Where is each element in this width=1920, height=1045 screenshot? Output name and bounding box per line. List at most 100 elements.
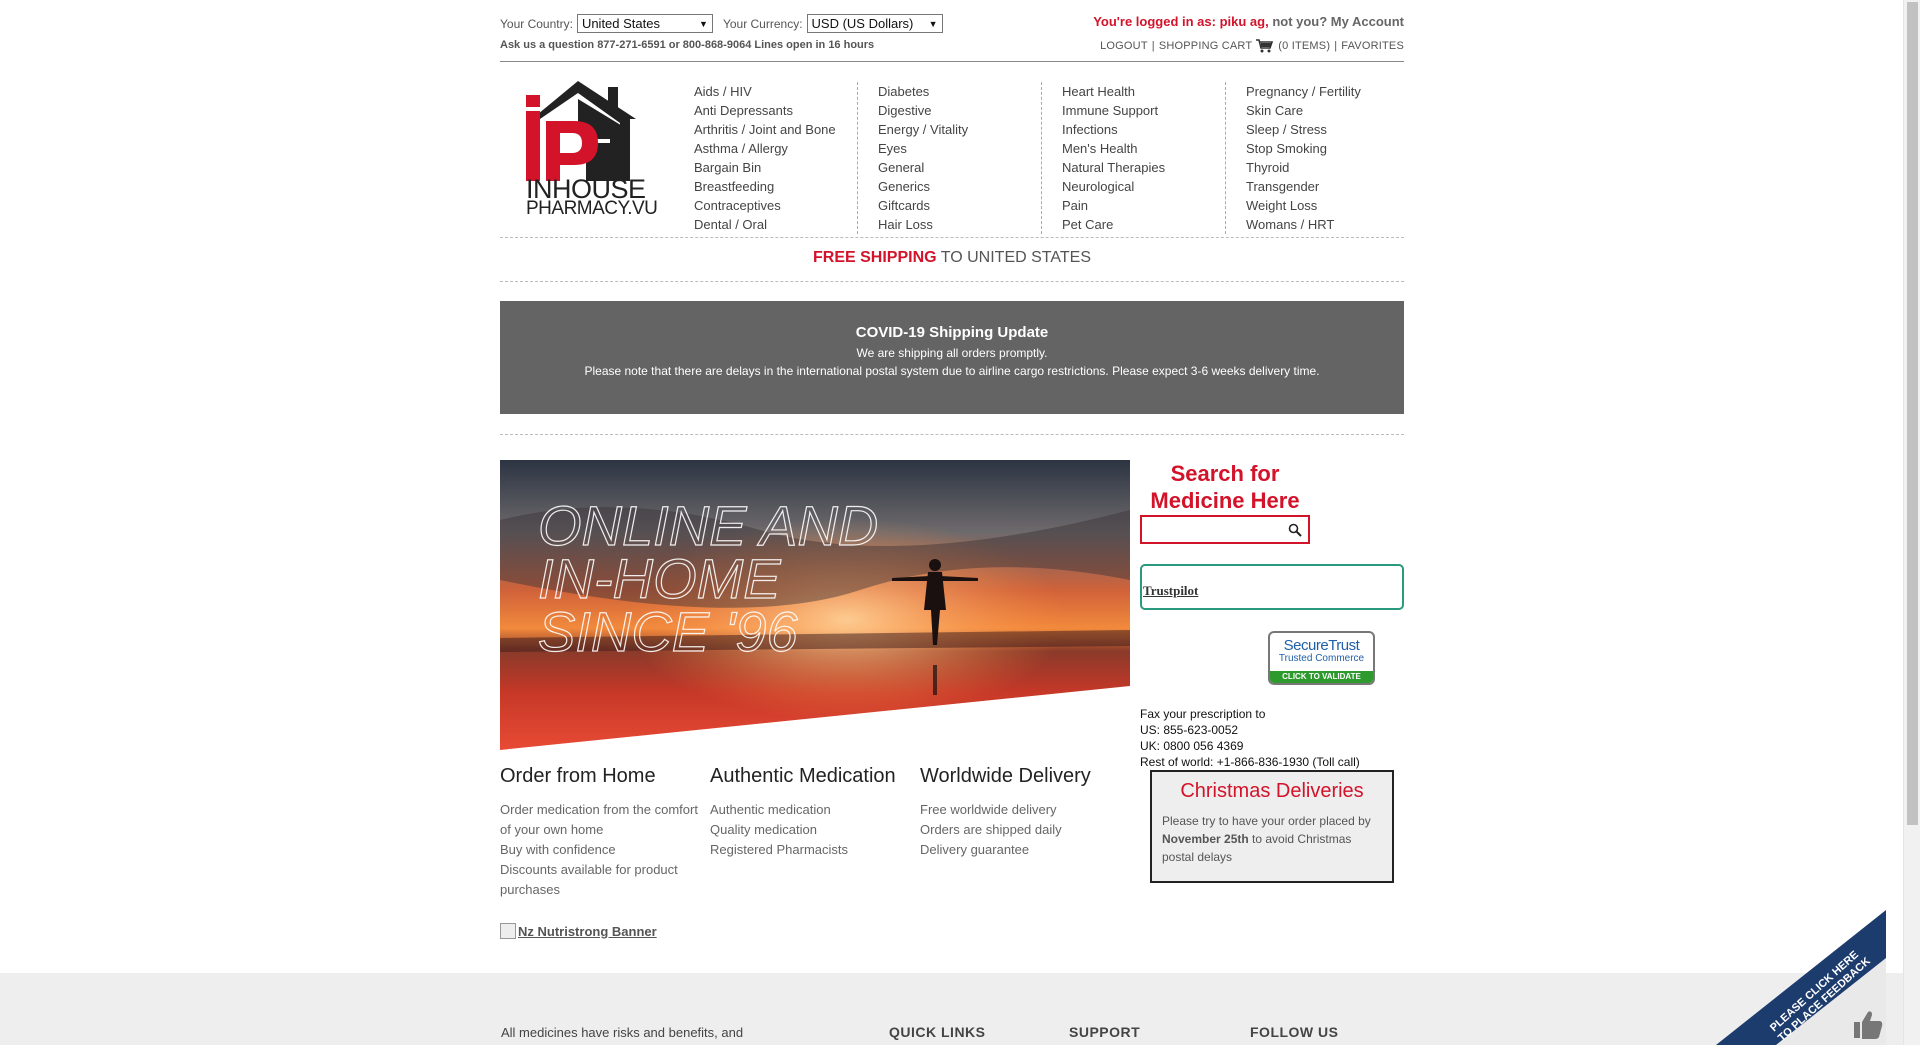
feature-line: Authentic medication xyxy=(710,802,831,817)
fax-info: Fax your prescription to US: 855-623-005… xyxy=(1140,706,1360,770)
category-link[interactable]: Digestive xyxy=(878,101,1031,120)
category-link[interactable]: Anti Depressants xyxy=(694,101,847,120)
category-link[interactable]: Pregnancy / Fertility xyxy=(1246,82,1394,101)
category-link[interactable]: Dental / Oral xyxy=(694,215,847,234)
footer-disclaimer: All medicines have risks and benefits, a… xyxy=(501,1025,744,1040)
cart-icon[interactable] xyxy=(1256,39,1274,53)
feature-line: Delivery guarantee xyxy=(920,842,1030,857)
feedback-ribbon[interactable]: PLEASE CLICK HERE TO PLACE FEEDBACK xyxy=(1716,910,1886,1045)
category-link[interactable]: Giftcards xyxy=(878,196,1031,215)
feature-title: Order from Home xyxy=(500,765,656,787)
vertical-scrollbar[interactable] xyxy=(1903,0,1920,1045)
free-shipping-label: FREE SHIPPING xyxy=(813,249,937,266)
page: Your Country: United States ▼ Your Curre… xyxy=(0,0,1903,1045)
feature-line: of your own home xyxy=(500,822,604,837)
category-link[interactable]: Bargain Bin xyxy=(694,158,847,177)
separator: | xyxy=(1151,40,1155,52)
category-link[interactable]: Infections xyxy=(1062,120,1215,139)
category-link[interactable]: Energy / Vitality xyxy=(878,120,1031,139)
nz-banner-alt-text: Nz Nutristrong Banner xyxy=(518,923,657,939)
feature-title: Worldwide Delivery xyxy=(920,765,1091,787)
securetrust-subtitle: Trusted Commerce xyxy=(1278,653,1365,664)
category-link[interactable]: Neurological xyxy=(1062,177,1215,196)
category-link[interactable]: Womans / HRT xyxy=(1246,215,1394,234)
category-link[interactable]: Pain xyxy=(1062,196,1215,215)
free-shipping-banner: FREE SHIPPING TO UNITED STATES xyxy=(500,238,1404,282)
nz-nutristrong-banner-link[interactable]: Nz Nutristrong Banner xyxy=(500,923,657,939)
header-nav: INHOUSE PHARMACY.VU Aids / HIV Anti Depr… xyxy=(500,66,1404,238)
logout-link[interactable]: LOGOUT xyxy=(1100,40,1148,52)
currency-value: USD (US Dollars) xyxy=(811,16,914,31)
top-bar: Your Country: United States ▼ Your Curre… xyxy=(500,12,1404,62)
search-title: Search for Medicine Here xyxy=(1150,461,1300,513)
medicine-search-input[interactable] xyxy=(1140,515,1310,544)
securetrust-validate[interactable]: CLICK TO VALIDATE xyxy=(1270,671,1373,683)
cart-items-count[interactable]: (0 ITEMS) xyxy=(1278,40,1330,52)
category-link[interactable]: Generics xyxy=(878,177,1031,196)
category-link[interactable]: Stop Smoking xyxy=(1246,139,1394,158)
country-value: United States xyxy=(581,16,660,31)
category-link[interactable]: Men's Health xyxy=(1062,139,1215,158)
login-status: You're logged in as: piku ag, not you? M… xyxy=(1093,14,1404,29)
feature-order-from-home: Order from Home Order medication from th… xyxy=(500,765,705,900)
christmas-deliveries-box: Christmas Deliveries Please try to have … xyxy=(1150,770,1394,883)
my-account-link[interactable]: not you? My Account xyxy=(1272,14,1404,29)
category-link[interactable]: Aids / HIV xyxy=(694,82,847,101)
trustpilot-link[interactable]: Trustpilot xyxy=(1143,583,1198,599)
category-link[interactable]: Asthma / Allergy xyxy=(694,139,847,158)
category-link[interactable]: Pet Care xyxy=(1062,215,1215,234)
currency-select[interactable]: USD (US Dollars) ▼ xyxy=(806,14,943,33)
category-link[interactable]: Skin Care xyxy=(1246,101,1394,120)
contact-line: Ask us a question 877-271-6591 or 800-86… xyxy=(500,39,875,51)
category-link[interactable]: Hair Loss xyxy=(878,215,1031,234)
free-shipping-destination: TO UNITED STATES xyxy=(936,249,1091,266)
scrollbar-thumb[interactable] xyxy=(1907,2,1918,825)
category-column-3: Heart Health Immune Support Infections M… xyxy=(1062,82,1226,234)
feature-line: Registered Pharmacists xyxy=(710,842,848,857)
covid-notice: COVID-19 Shipping Update We are shipping… xyxy=(500,301,1404,414)
search-icon[interactable] xyxy=(1288,523,1302,537)
fax-line: Rest of world: +1-866-836-1930 (Toll cal… xyxy=(1140,755,1360,769)
christmas-title: Christmas Deliveries xyxy=(1180,780,1364,802)
account-links: LOGOUT | SHOPPING CART (0 ITEMS) | FAVOR… xyxy=(1100,39,1404,53)
christmas-text: Please try to have your order placed by … xyxy=(1162,812,1382,866)
category-link[interactable]: Weight Loss xyxy=(1246,196,1394,215)
footer: All medicines have risks and benefits, a… xyxy=(0,973,1903,1045)
category-link[interactable]: Diabetes xyxy=(878,82,1031,101)
category-link[interactable]: Sleep / Stress xyxy=(1246,120,1394,139)
fax-line: Fax your prescription to xyxy=(1140,707,1266,721)
trustpilot-widget[interactable]: Trustpilot xyxy=(1140,564,1404,610)
category-link[interactable]: Arthritis / Joint and Bone xyxy=(694,120,847,139)
shopping-cart-link[interactable]: SHOPPING CART xyxy=(1159,40,1252,52)
feature-line: purchases xyxy=(500,882,560,897)
feature-worldwide-delivery: Worldwide Delivery Free worldwide delive… xyxy=(920,765,1125,860)
dropdown-arrow-icon: ▼ xyxy=(928,18,938,29)
country-select[interactable]: United States ▼ xyxy=(576,14,713,33)
category-link[interactable]: Transgender xyxy=(1246,177,1394,196)
category-column-1: Aids / HIV Anti Depressants Arthritis / … xyxy=(694,82,858,234)
category-link[interactable]: General xyxy=(878,158,1031,177)
christmas-pre: Please try to have your order placed by xyxy=(1162,814,1371,828)
securetrust-seal[interactable]: SecureTrust Trusted Commerce CLICK TO VA… xyxy=(1268,631,1375,685)
feature-line: Discounts available for product xyxy=(500,862,678,877)
category-column-4: Pregnancy / Fertility Skin Care Sleep / … xyxy=(1246,82,1404,234)
category-link[interactable]: Contraceptives xyxy=(694,196,847,215)
footer-heading-support: SUPPORT xyxy=(1069,1024,1141,1040)
feature-line: Orders are shipped daily xyxy=(920,822,1062,837)
feature-authentic-medication: Authentic Medication Authentic medicatio… xyxy=(710,765,915,860)
hero-banner[interactable]: ONLINE AND IN-HOME SINCE '96 xyxy=(500,460,1130,750)
feature-title: Authentic Medication xyxy=(710,765,896,787)
divider xyxy=(500,434,1404,435)
category-link[interactable]: Heart Health xyxy=(1062,82,1215,101)
logo-text-pharmacy: PHARMACY.VU xyxy=(526,198,658,219)
category-link[interactable]: Breastfeeding xyxy=(694,177,847,196)
category-link[interactable]: Natural Therapies xyxy=(1062,158,1215,177)
hero-text-line-3: SINCE '96 xyxy=(538,600,799,663)
locale-selectors: Your Country: United States ▼ Your Curre… xyxy=(500,14,953,33)
favorites-link[interactable]: FAVORITES xyxy=(1341,40,1404,52)
securetrust-title: SecureTrust xyxy=(1283,637,1360,654)
category-link[interactable]: Eyes xyxy=(878,139,1031,158)
category-link[interactable]: Immune Support xyxy=(1062,101,1215,120)
category-link[interactable]: Thyroid xyxy=(1246,158,1394,177)
feature-line: Free worldwide delivery xyxy=(920,802,1057,817)
